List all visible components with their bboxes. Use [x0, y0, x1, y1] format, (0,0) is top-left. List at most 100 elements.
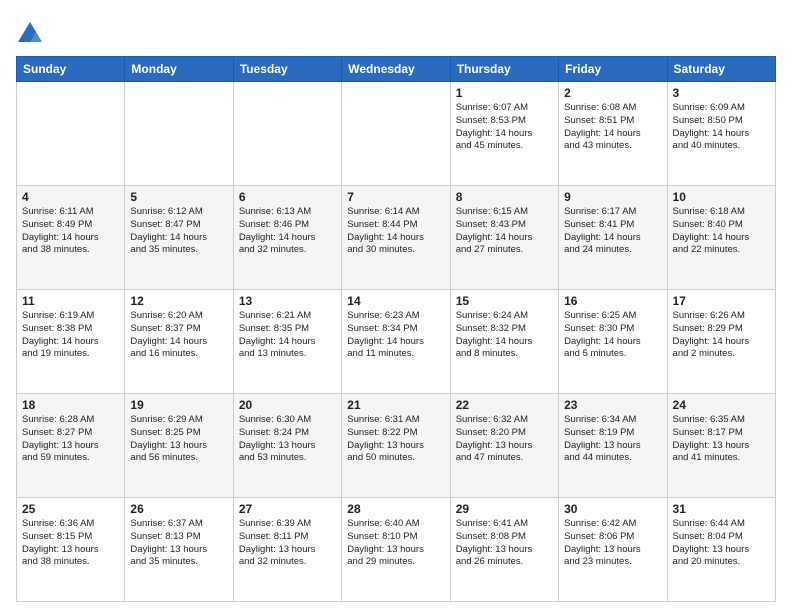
day-info: Sunrise: 6:20 AM Sunset: 8:37 PM Dayligh… [130, 310, 227, 361]
day-info: Sunrise: 6:21 AM Sunset: 8:35 PM Dayligh… [239, 310, 336, 361]
calendar-cell: 15Sunrise: 6:24 AM Sunset: 8:32 PM Dayli… [450, 290, 558, 394]
day-number: 9 [564, 190, 661, 204]
day-info: Sunrise: 6:40 AM Sunset: 8:10 PM Dayligh… [347, 518, 444, 569]
calendar-cell: 27 Sunrise: 6:39 AM Sunset: 8:11 PM Dayli… [233, 498, 341, 602]
calendar-cell: 13 Sunrise: 6:21 AM Sunset: 8:35 PM Dayli… [233, 290, 341, 394]
calendar-cell: 31 Sunrise: 6:44 AM Sunset: 8:04 PM Dayli… [667, 498, 775, 602]
calendar-weekday-monday: Monday [125, 57, 233, 82]
calendar-weekday-saturday: Saturday [667, 57, 775, 82]
day-number: 2 [564, 86, 661, 100]
day-info: Sunrise: 6:32 AM Sunset: 8:20 PM Dayligh… [456, 414, 553, 465]
day-number: 7 [347, 190, 444, 204]
day-info: Sunrise: 6:18 AM Sunset: 8:40 PM Dayligh… [673, 206, 770, 257]
day-info: Sunrise: 6:42 AM Sunset: 8:06 PM Dayligh… [564, 518, 661, 569]
calendar-cell: 14 Sunrise: 6:23 AM Sunset: 8:34 PM Dayli… [342, 290, 450, 394]
calendar-cell: 24 Sunrise: 6:35 AM Sunset: 8:17 PM Dayli… [667, 394, 775, 498]
calendar-cell [233, 82, 341, 186]
calendar-weekday-wednesday: Wednesday [342, 57, 450, 82]
calendar-cell: 6 Sunrise: 6:13 AM Sunset: 8:46 PM Daylig… [233, 186, 341, 290]
calendar-cell: 22 Sunrise: 6:32 AM Sunset: 8:20 PM Dayli… [450, 394, 558, 498]
header [16, 16, 776, 48]
calendar-cell: 4 Sunrise: 6:11 AM Sunset: 8:49 PM Daylig… [17, 186, 125, 290]
calendar-cell: 21 Sunrise: 6:31 AM Sunset: 8:22 PM Dayli… [342, 394, 450, 498]
day-number: 24 [673, 398, 770, 412]
day-number: 4 [22, 190, 119, 204]
calendar-weekday-sunday: Sunday [17, 57, 125, 82]
calendar-cell: 20 Sunrise: 6:30 AM Sunset: 8:24 PM Dayli… [233, 394, 341, 498]
day-info: Sunrise: 6:41 AM Sunset: 8:08 PM Dayligh… [456, 518, 553, 569]
day-info: Sunrise: 6:28 AM Sunset: 8:27 PM Dayligh… [22, 414, 119, 465]
day-info: Sunrise: 6:09 AM Sunset: 8:50 PM Dayligh… [673, 102, 770, 153]
calendar-cell: 3 Sunrise: 6:09 AM Sunset: 8:50 PM Daylig… [667, 82, 775, 186]
calendar-cell: 16 Sunrise: 6:25 AM Sunset: 8:30 PM Dayli… [559, 290, 667, 394]
calendar-week-row: 1 Sunrise: 6:07 AM Sunset: 8:53 PM Daylig… [17, 82, 776, 186]
day-number: 26 [130, 502, 227, 516]
day-info: Sunrise: 6:08 AM Sunset: 8:51 PM Dayligh… [564, 102, 661, 153]
day-info: Sunrise: 6:17 AM Sunset: 8:41 PM Dayligh… [564, 206, 661, 257]
day-number: 13 [239, 294, 336, 308]
day-number: 1 [456, 86, 553, 100]
day-number: 29 [456, 502, 553, 516]
calendar-cell: 30Sunrise: 6:42 AM Sunset: 8:06 PM Dayli… [559, 498, 667, 602]
calendar-cell: 9 Sunrise: 6:17 AM Sunset: 8:41 PM Daylig… [559, 186, 667, 290]
calendar-cell: 19Sunrise: 6:29 AM Sunset: 8:25 PM Dayli… [125, 394, 233, 498]
calendar-cell [342, 82, 450, 186]
logo [16, 20, 48, 48]
calendar-cell: 28 Sunrise: 6:40 AM Sunset: 8:10 PM Dayli… [342, 498, 450, 602]
day-number: 28 [347, 502, 444, 516]
day-number: 23 [564, 398, 661, 412]
calendar-cell: 12 Sunrise: 6:20 AM Sunset: 8:37 PM Dayli… [125, 290, 233, 394]
day-info: Sunrise: 6:30 AM Sunset: 8:24 PM Dayligh… [239, 414, 336, 465]
calendar-cell [125, 82, 233, 186]
day-number: 21 [347, 398, 444, 412]
day-info: Sunrise: 6:29 AM Sunset: 8:25 PM Dayligh… [130, 414, 227, 465]
day-number: 11 [22, 294, 119, 308]
day-number: 25 [22, 502, 119, 516]
day-info: Sunrise: 6:11 AM Sunset: 8:49 PM Dayligh… [22, 206, 119, 257]
day-info: Sunrise: 6:13 AM Sunset: 8:46 PM Dayligh… [239, 206, 336, 257]
day-number: 8 [456, 190, 553, 204]
day-info: Sunrise: 6:19 AM Sunset: 8:38 PM Dayligh… [22, 310, 119, 361]
logo-icon [16, 20, 44, 48]
day-number: 10 [673, 190, 770, 204]
calendar-cell: 23 Sunrise: 6:34 AM Sunset: 8:19 PM Dayli… [559, 394, 667, 498]
calendar-cell [17, 82, 125, 186]
day-info: Sunrise: 6:34 AM Sunset: 8:19 PM Dayligh… [564, 414, 661, 465]
day-number: 22 [456, 398, 553, 412]
day-info: Sunrise: 6:07 AM Sunset: 8:53 PM Dayligh… [456, 102, 553, 153]
day-number: 3 [673, 86, 770, 100]
calendar-cell: 25Sunrise: 6:36 AM Sunset: 8:15 PM Dayli… [17, 498, 125, 602]
day-info: Sunrise: 6:44 AM Sunset: 8:04 PM Dayligh… [673, 518, 770, 569]
calendar-cell: 26Sunrise: 6:37 AM Sunset: 8:13 PM Dayli… [125, 498, 233, 602]
day-info: Sunrise: 6:14 AM Sunset: 8:44 PM Dayligh… [347, 206, 444, 257]
day-number: 14 [347, 294, 444, 308]
day-info: Sunrise: 6:15 AM Sunset: 8:43 PM Dayligh… [456, 206, 553, 257]
day-info: Sunrise: 6:35 AM Sunset: 8:17 PM Dayligh… [673, 414, 770, 465]
day-info: Sunrise: 6:39 AM Sunset: 8:11 PM Dayligh… [239, 518, 336, 569]
day-info: Sunrise: 6:25 AM Sunset: 8:30 PM Dayligh… [564, 310, 661, 361]
day-info: Sunrise: 6:23 AM Sunset: 8:34 PM Dayligh… [347, 310, 444, 361]
day-number: 27 [239, 502, 336, 516]
calendar-weekday-tuesday: Tuesday [233, 57, 341, 82]
calendar-cell: 18 Sunrise: 6:28 AM Sunset: 8:27 PM Dayli… [17, 394, 125, 498]
calendar-table: SundayMondayTuesdayWednesdayThursdayFrid… [16, 56, 776, 602]
calendar-cell: 8 Sunrise: 6:15 AM Sunset: 8:43 PM Daylig… [450, 186, 558, 290]
day-info: Sunrise: 6:24 AM Sunset: 8:32 PM Dayligh… [456, 310, 553, 361]
day-number: 31 [673, 502, 770, 516]
day-info: Sunrise: 6:31 AM Sunset: 8:22 PM Dayligh… [347, 414, 444, 465]
calendar-cell: 11 Sunrise: 6:19 AM Sunset: 8:38 PM Dayli… [17, 290, 125, 394]
day-number: 20 [239, 398, 336, 412]
day-number: 6 [239, 190, 336, 204]
page: SundayMondayTuesdayWednesdayThursdayFrid… [0, 0, 792, 612]
calendar-cell: 5Sunrise: 6:12 AM Sunset: 8:47 PM Daylig… [125, 186, 233, 290]
day-number: 12 [130, 294, 227, 308]
day-number: 18 [22, 398, 119, 412]
calendar-week-row: 18 Sunrise: 6:28 AM Sunset: 8:27 PM Dayli… [17, 394, 776, 498]
calendar-cell: 2 Sunrise: 6:08 AM Sunset: 8:51 PM Daylig… [559, 82, 667, 186]
day-number: 16 [564, 294, 661, 308]
calendar-week-row: 25Sunrise: 6:36 AM Sunset: 8:15 PM Dayli… [17, 498, 776, 602]
calendar-cell: 7 Sunrise: 6:14 AM Sunset: 8:44 PM Daylig… [342, 186, 450, 290]
day-number: 5 [130, 190, 227, 204]
calendar-week-row: 11 Sunrise: 6:19 AM Sunset: 8:38 PM Dayli… [17, 290, 776, 394]
calendar-weekday-friday: Friday [559, 57, 667, 82]
